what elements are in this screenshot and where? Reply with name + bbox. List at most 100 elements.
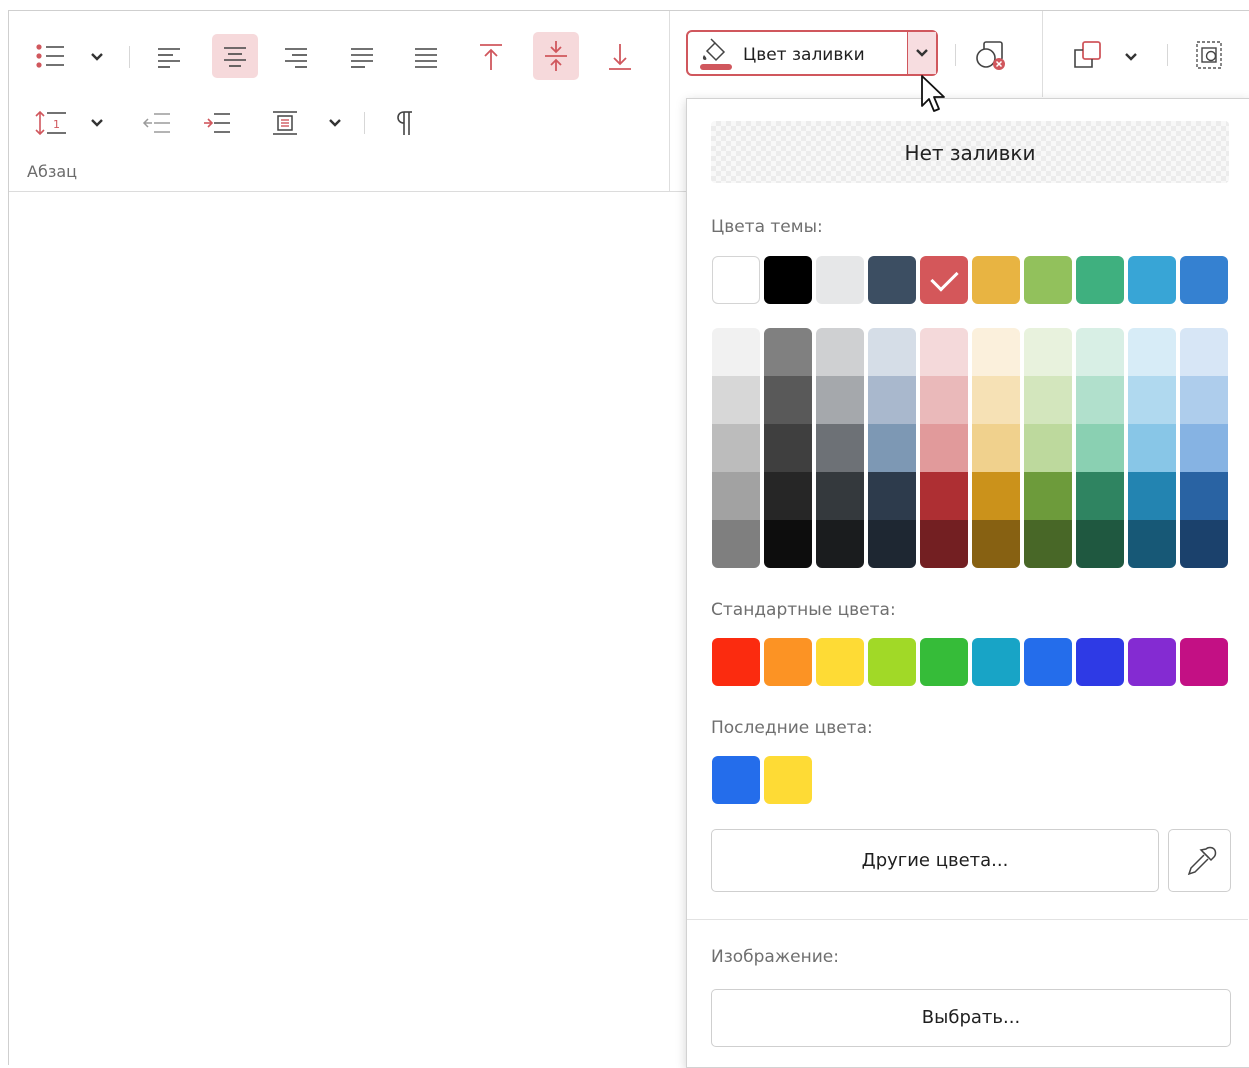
shade-color-swatch[interactable] bbox=[764, 376, 812, 424]
shade-color-swatch[interactable] bbox=[1128, 376, 1176, 424]
shade-color-swatch[interactable] bbox=[712, 472, 760, 520]
shade-color-swatch[interactable] bbox=[972, 520, 1020, 568]
shade-color-swatch[interactable] bbox=[1076, 328, 1124, 376]
fill-color-dropdown[interactable] bbox=[907, 32, 936, 74]
chevron-down-icon[interactable] bbox=[87, 47, 107, 67]
shade-color-swatch[interactable] bbox=[712, 376, 760, 424]
chevron-down-icon[interactable] bbox=[1121, 47, 1141, 67]
shade-color-swatch[interactable] bbox=[868, 328, 916, 376]
theme-color-swatch[interactable] bbox=[1024, 256, 1072, 304]
shade-color-swatch[interactable] bbox=[920, 424, 968, 472]
shade-color-swatch[interactable] bbox=[764, 328, 812, 376]
align-justify-icon[interactable] bbox=[340, 37, 384, 77]
line-spacing-icon[interactable]: 1 bbox=[29, 103, 73, 143]
shade-color-swatch[interactable] bbox=[1076, 472, 1124, 520]
shade-color-swatch[interactable] bbox=[764, 520, 812, 568]
standard-color-swatch[interactable] bbox=[1024, 638, 1072, 686]
theme-color-swatch[interactable] bbox=[1180, 256, 1228, 304]
recent-colors-label: Последние цвета: bbox=[711, 718, 873, 738]
standard-color-swatch[interactable] bbox=[920, 638, 968, 686]
increase-indent-icon[interactable] bbox=[195, 103, 239, 143]
group-shapes-icon[interactable] bbox=[1187, 33, 1231, 77]
recent-color-swatch[interactable] bbox=[712, 756, 760, 804]
paragraph-spacing-icon[interactable] bbox=[263, 103, 307, 143]
shade-color-swatch[interactable] bbox=[1128, 424, 1176, 472]
shade-color-swatch[interactable] bbox=[868, 424, 916, 472]
align-middle-icon[interactable] bbox=[533, 32, 579, 80]
shade-color-swatch[interactable] bbox=[712, 424, 760, 472]
eyedropper-button[interactable] bbox=[1168, 829, 1231, 892]
shade-color-swatch[interactable] bbox=[868, 520, 916, 568]
shade-color-swatch[interactable] bbox=[868, 376, 916, 424]
shade-color-swatch[interactable] bbox=[972, 376, 1020, 424]
align-right-icon[interactable] bbox=[274, 37, 318, 77]
theme-color-swatch[interactable] bbox=[1128, 256, 1176, 304]
fill-color-button[interactable]: Цвет заливки bbox=[686, 30, 938, 76]
shade-color-swatch[interactable] bbox=[920, 376, 968, 424]
standard-color-swatch[interactable] bbox=[764, 638, 812, 686]
shade-color-swatch[interactable] bbox=[816, 520, 864, 568]
shade-color-swatch[interactable] bbox=[1076, 520, 1124, 568]
shade-color-swatch[interactable] bbox=[1024, 424, 1072, 472]
theme-color-swatch[interactable] bbox=[1076, 256, 1124, 304]
theme-color-swatch[interactable] bbox=[712, 256, 760, 304]
pilcrow-icon[interactable] bbox=[384, 103, 424, 143]
shade-color-swatch[interactable] bbox=[1180, 472, 1228, 520]
shade-color-swatch[interactable] bbox=[816, 424, 864, 472]
shade-color-swatch[interactable] bbox=[1076, 424, 1124, 472]
theme-color-swatch[interactable] bbox=[868, 256, 916, 304]
theme-color-swatch[interactable] bbox=[920, 256, 968, 304]
theme-color-swatch[interactable] bbox=[764, 256, 812, 304]
shade-color-swatch[interactable] bbox=[1024, 520, 1072, 568]
bulleted-list-icon[interactable] bbox=[31, 39, 71, 73]
chevron-down-icon[interactable] bbox=[325, 113, 345, 133]
shade-color-swatch[interactable] bbox=[1024, 472, 1072, 520]
shade-color-swatch[interactable] bbox=[868, 472, 916, 520]
standard-color-swatch[interactable] bbox=[1180, 638, 1228, 686]
chevron-down-icon[interactable] bbox=[87, 113, 107, 133]
no-fill-button[interactable]: Нет заливки bbox=[711, 121, 1229, 183]
shade-color-swatch[interactable] bbox=[920, 328, 968, 376]
theme-shade-column bbox=[972, 328, 1020, 568]
shade-color-swatch[interactable] bbox=[712, 328, 760, 376]
shade-color-swatch[interactable] bbox=[816, 328, 864, 376]
standard-color-swatch[interactable] bbox=[1128, 638, 1176, 686]
standard-color-swatch[interactable] bbox=[712, 638, 760, 686]
standard-color-swatch[interactable] bbox=[816, 638, 864, 686]
standard-color-swatch[interactable] bbox=[972, 638, 1020, 686]
align-left-icon[interactable] bbox=[147, 37, 191, 77]
theme-color-swatch[interactable] bbox=[816, 256, 864, 304]
shade-color-swatch[interactable] bbox=[1024, 328, 1072, 376]
shade-color-swatch[interactable] bbox=[1128, 472, 1176, 520]
shade-color-swatch[interactable] bbox=[764, 472, 812, 520]
shade-color-swatch[interactable] bbox=[1076, 376, 1124, 424]
shade-color-swatch[interactable] bbox=[972, 424, 1020, 472]
distribute-icon[interactable] bbox=[404, 37, 448, 77]
standard-color-swatch[interactable] bbox=[1076, 638, 1124, 686]
choose-image-button[interactable]: Выбрать... bbox=[711, 989, 1231, 1047]
more-colors-button[interactable]: Другие цвета... bbox=[711, 829, 1159, 892]
shade-color-swatch[interactable] bbox=[1180, 520, 1228, 568]
arrange-icon[interactable] bbox=[1065, 33, 1109, 77]
shape-no-line-icon[interactable] bbox=[969, 33, 1013, 77]
standard-color-swatch[interactable] bbox=[868, 638, 916, 686]
shade-color-swatch[interactable] bbox=[712, 520, 760, 568]
theme-color-swatch[interactable] bbox=[972, 256, 1020, 304]
shade-color-swatch[interactable] bbox=[816, 376, 864, 424]
recent-color-swatch[interactable] bbox=[764, 756, 812, 804]
shade-color-swatch[interactable] bbox=[920, 520, 968, 568]
shade-color-swatch[interactable] bbox=[764, 424, 812, 472]
shade-color-swatch[interactable] bbox=[1180, 376, 1228, 424]
shade-color-swatch[interactable] bbox=[1180, 328, 1228, 376]
align-top-icon[interactable] bbox=[469, 35, 513, 79]
shade-color-swatch[interactable] bbox=[972, 472, 1020, 520]
shade-color-swatch[interactable] bbox=[920, 472, 968, 520]
align-bottom-icon[interactable] bbox=[598, 35, 642, 79]
shade-color-swatch[interactable] bbox=[816, 472, 864, 520]
align-center-icon[interactable] bbox=[212, 34, 258, 78]
shade-color-swatch[interactable] bbox=[1180, 424, 1228, 472]
shade-color-swatch[interactable] bbox=[1024, 376, 1072, 424]
shade-color-swatch[interactable] bbox=[972, 328, 1020, 376]
shade-color-swatch[interactable] bbox=[1128, 328, 1176, 376]
shade-color-swatch[interactable] bbox=[1128, 520, 1176, 568]
